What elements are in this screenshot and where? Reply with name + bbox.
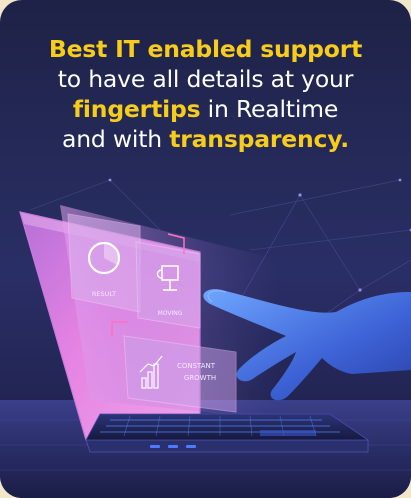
result-label: RESULT (92, 290, 116, 298)
constant-label: CONSTANT (177, 362, 216, 370)
headline-line-3: fingertips in Realtime (0, 94, 411, 124)
headline: Best IT enabled support to have all deta… (0, 34, 411, 154)
headline-line-1: Best IT enabled support (0, 34, 411, 64)
headline-line-2: to have all details at your (57, 65, 354, 93)
headline-highlight-fingertips: fingertips (72, 95, 201, 123)
moving-label: MOVING (158, 310, 183, 317)
headline-and-with: and with (62, 125, 170, 153)
panel-result: RESULT (67, 213, 141, 313)
laptop-icon (85, 413, 370, 453)
headline-line-4: and with transparency. (0, 124, 411, 154)
promo-card: RESULT MOVING CONSTANT GROWTH Best IT en… (0, 0, 411, 498)
growth-label: GROWTH (184, 374, 216, 382)
headline-highlight-transparency: transparency. (169, 125, 349, 153)
headline-highlight-support: Best IT enabled support (48, 35, 363, 63)
headline-realtime: in Realtime (200, 95, 339, 123)
